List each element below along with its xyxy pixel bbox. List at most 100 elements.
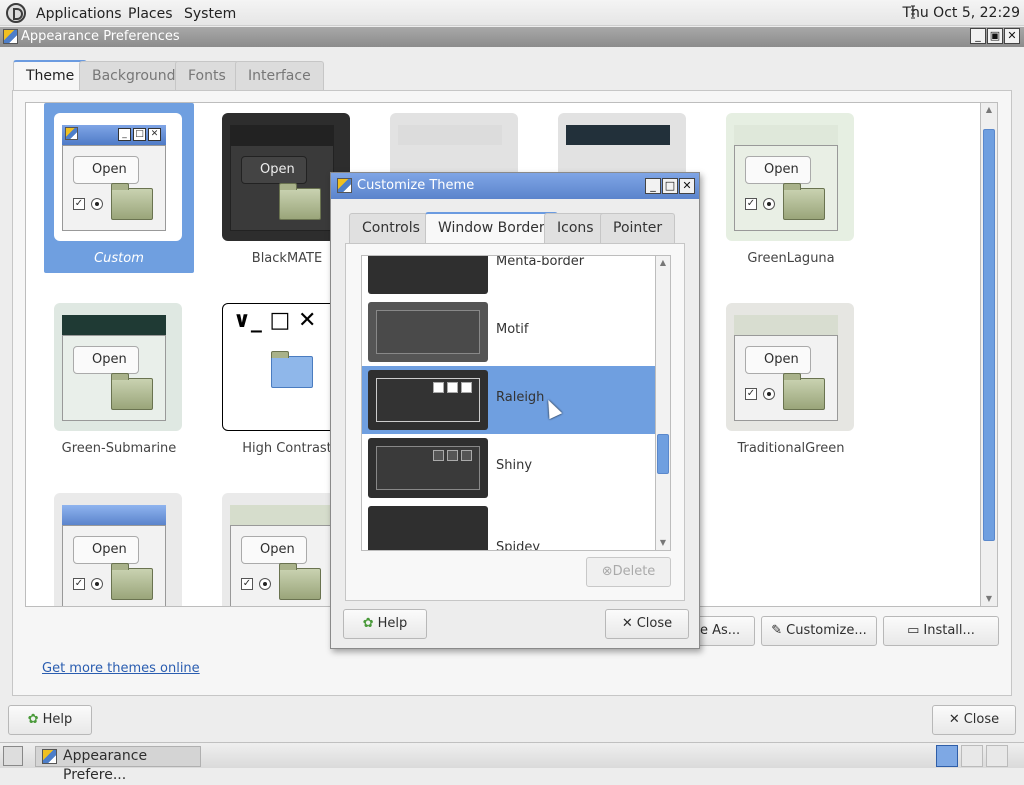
preview-open-button: Open xyxy=(241,156,307,184)
appearance-app-icon xyxy=(3,29,18,44)
close-icon: ✕ xyxy=(621,616,633,631)
show-desktop-icon[interactable] xyxy=(3,746,23,766)
dialog-close-window-button[interactable]: ✕ xyxy=(679,178,695,194)
list-item-menta-border[interactable]: Menta-border xyxy=(362,255,655,298)
preview-body: Open ✓ xyxy=(62,525,166,606)
tab-interface[interactable]: Interface xyxy=(235,61,324,90)
folder-icon xyxy=(111,563,153,600)
scrollbar-thumb[interactable] xyxy=(983,129,995,541)
delete-button[interactable]: ⊗Delete xyxy=(586,557,671,587)
scroll-up-icon[interactable]: ▲ xyxy=(658,258,668,268)
preview-body: Open ✓ xyxy=(62,145,166,231)
preview-titlebar xyxy=(398,125,502,145)
preview-open-button: Open xyxy=(241,536,307,564)
border-thumbnail xyxy=(368,302,488,362)
dialog-help-button[interactable]: ✿ Help xyxy=(343,609,427,639)
menu-system[interactable]: System xyxy=(184,6,236,22)
preview-open-button: Open xyxy=(745,346,811,374)
theme-name: Custom xyxy=(94,251,144,266)
workspace-1[interactable] xyxy=(936,745,958,767)
folder-icon xyxy=(783,183,825,220)
maximize-button[interactable]: ▣ xyxy=(987,28,1003,44)
preview-titlebar xyxy=(734,315,838,335)
scrollbar-thumb[interactable] xyxy=(657,434,669,474)
preview-checkbox-icon: ✓ xyxy=(73,198,85,210)
distro-logo-icon[interactable] xyxy=(6,3,26,23)
preview-maximize-icon: □ xyxy=(133,128,146,141)
main-close-button[interactable]: ✕ Close xyxy=(932,705,1016,735)
help-icon: ✿ xyxy=(362,616,374,631)
main-help-button[interactable]: ✿ Help xyxy=(8,705,92,735)
install-button[interactable]: ▭ Install... xyxy=(883,616,999,646)
list-item-motif[interactable]: Motif xyxy=(362,298,655,366)
preview-body: Open xyxy=(62,335,166,421)
theme-preview: _ □ ✕ Open ✓ xyxy=(54,113,182,241)
install-icon: ▭ xyxy=(907,623,920,638)
dialog-help-label: Help xyxy=(377,616,408,631)
tab-theme[interactable]: Theme xyxy=(13,60,88,91)
border-thumbnail xyxy=(368,438,488,498)
list-item-raleigh[interactable]: Raleigh xyxy=(362,366,655,434)
folder-icon xyxy=(783,373,825,410)
theme-preview: Open ✓ xyxy=(726,113,854,241)
border-name: Menta-border xyxy=(496,255,585,269)
theme-card-row3-1[interactable]: Open ✓ xyxy=(44,483,194,606)
preview-close-icon: ✕ xyxy=(148,128,161,141)
taskbar-item-appearance[interactable]: Appearance Prefere... xyxy=(35,746,201,783)
tab-fonts[interactable]: Fonts xyxy=(175,61,239,90)
menu-applications[interactable]: Applications xyxy=(36,6,122,22)
preview-checkbox-icon: ✓ xyxy=(73,578,85,590)
folder-icon xyxy=(111,373,153,410)
main-window-titlebar[interactable]: Appearance Preferences _ ▣ ✕ xyxy=(0,27,1024,47)
tab-background[interactable]: Background xyxy=(79,61,189,90)
border-thumbnail xyxy=(368,256,488,294)
preview-open-button: Open xyxy=(745,156,811,184)
thumb-maximize-icon xyxy=(447,382,458,393)
menu-places[interactable]: Places xyxy=(128,6,173,22)
taskbar: Appearance Prefere... xyxy=(0,742,1024,783)
customize-button[interactable]: ✎ Customize... xyxy=(761,616,877,646)
dialog-title: Customize Theme xyxy=(357,178,475,193)
border-list-scrollbar[interactable]: ▲ ▼ xyxy=(656,255,671,551)
theme-name: TraditionalGreen xyxy=(737,441,845,456)
preview-minimize-icon: _ xyxy=(118,128,131,141)
delete-label: Delete xyxy=(612,564,656,579)
tab-window-border[interactable]: Window Border xyxy=(425,212,558,244)
dialog-minimize-button[interactable]: _ xyxy=(645,178,661,194)
dialog-titlebar[interactable]: Customize Theme _ □ ✕ xyxy=(331,173,699,199)
list-item-shiny[interactable]: Shiny xyxy=(362,434,655,502)
scroll-up-icon[interactable]: ▲ xyxy=(984,105,994,115)
scroll-down-icon[interactable]: ▼ xyxy=(984,594,994,604)
border-name: Spidey xyxy=(496,540,541,551)
theme-card-green-submarine[interactable]: Open Green-Submarine xyxy=(44,293,194,463)
clock[interactable]: Thu Oct 5, 22:29 xyxy=(902,5,1020,21)
theme-grid-scrollbar[interactable]: ▲ ▼ xyxy=(981,102,998,607)
theme-card-traditionalgreen[interactable]: Open ✓ TraditionalGreen xyxy=(716,293,866,463)
theme-card-custom[interactable]: _ □ ✕ Open ✓ Custom xyxy=(44,103,194,273)
theme-card-greenlaguna[interactable]: Open ✓ GreenLaguna xyxy=(716,103,866,273)
scroll-down-icon[interactable]: ▼ xyxy=(658,538,668,548)
preview-radio-icon xyxy=(91,198,103,210)
dialog-close-button[interactable]: ✕ Close xyxy=(605,609,689,639)
minimize-button[interactable]: _ xyxy=(970,28,986,44)
thumbnail-window xyxy=(376,378,480,422)
list-item-spidey[interactable]: Spidey xyxy=(362,502,655,551)
theme-preview: Open xyxy=(54,303,182,431)
thumb-minimize-icon xyxy=(433,382,444,393)
window-border-list[interactable]: Menta-border Motif Raleigh Shiny Spidey xyxy=(361,255,656,551)
dialog-maximize-button[interactable]: □ xyxy=(662,178,678,194)
folder-icon xyxy=(279,183,321,220)
workspace-3[interactable] xyxy=(986,745,1008,767)
preview-open-button: Open xyxy=(73,346,139,374)
close-icon: ✕ xyxy=(948,712,960,727)
tab-icons[interactable]: Icons xyxy=(544,213,607,243)
tab-pointer[interactable]: Pointer xyxy=(600,213,676,243)
preview-open-button: Open xyxy=(73,536,139,564)
get-more-themes-link[interactable]: Get more themes online xyxy=(42,661,200,676)
thumb-maximize-icon xyxy=(447,450,458,461)
tab-controls[interactable]: Controls xyxy=(349,213,433,243)
save-as-button[interactable]: e As... xyxy=(697,616,755,646)
workspace-2[interactable] xyxy=(961,745,983,767)
preview-titlebar xyxy=(62,315,166,335)
close-window-button[interactable]: ✕ xyxy=(1004,28,1020,44)
